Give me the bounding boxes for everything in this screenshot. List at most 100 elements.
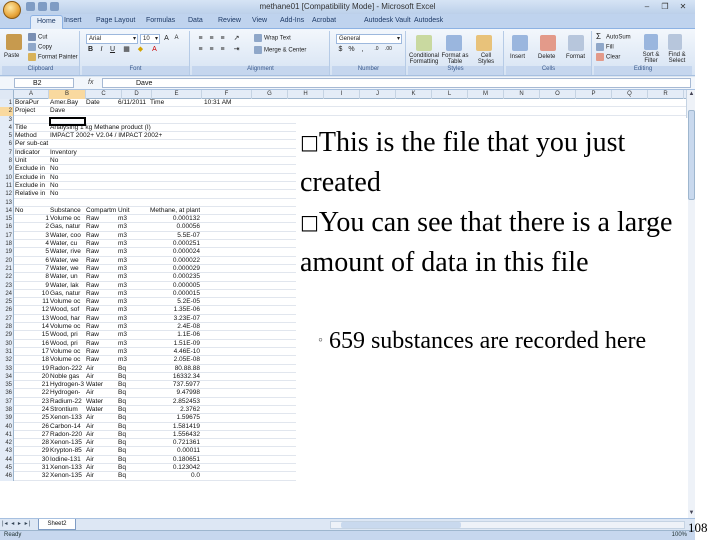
cell-b[interactable]: Xenon-135: [50, 472, 86, 480]
tab-home[interactable]: Home: [30, 15, 63, 30]
number-format-select[interactable]: General: [336, 34, 402, 44]
cell-b[interactable]: Amer.Bay: [50, 99, 86, 107]
name-box[interactable]: B2: [14, 78, 74, 88]
cell-c[interactable]: Raw: [86, 215, 120, 223]
cell-a[interactable]: 11: [15, 298, 49, 306]
tab-acrobat[interactable]: Acrobat: [312, 17, 336, 24]
column-header-m[interactable]: M: [468, 90, 504, 99]
row-header[interactable]: 29: [0, 331, 14, 340]
cell-a[interactable]: 21: [15, 381, 49, 389]
cell-b[interactable]: Volume oc: [50, 356, 86, 364]
tab-view[interactable]: View: [252, 17, 267, 24]
cell-d[interactable]: Bq: [118, 423, 148, 431]
cell-d[interactable]: Bq: [118, 398, 148, 406]
cell-a[interactable]: 6: [15, 257, 49, 265]
format-button[interactable]: Format: [566, 54, 585, 60]
cell-b[interactable]: Wood, pri: [50, 340, 86, 348]
tab-page-layout[interactable]: Page Layout: [96, 17, 135, 24]
cell-e[interactable]: 737.5977: [150, 381, 200, 389]
row-header[interactable]: 5: [0, 132, 14, 141]
cell-a[interactable]: 10: [15, 290, 49, 298]
cell-a[interactable]: Exclude in: [15, 174, 49, 182]
format-table-button[interactable]: Format as Table: [440, 53, 470, 65]
cell-a[interactable]: 28: [15, 439, 49, 447]
cell-d[interactable]: m3: [118, 290, 148, 298]
align-bottom-icon[interactable]: ≡: [218, 34, 227, 43]
cell-e[interactable]: 1.51E-09: [150, 340, 200, 348]
format-painter-button[interactable]: Format Painter: [28, 53, 78, 61]
cell-b[interactable]: No: [50, 182, 86, 190]
cell-e[interactable]: 2.05E-08: [150, 356, 200, 364]
cell-d[interactable]: Unit: [118, 207, 148, 215]
fx-icon[interactable]: fx: [88, 77, 93, 89]
cell-c[interactable]: Raw: [86, 232, 120, 240]
grow-font-icon[interactable]: A: [162, 34, 171, 43]
close-icon[interactable]: ✕: [675, 1, 691, 12]
cell-a[interactable]: 20: [15, 373, 49, 381]
delete-button[interactable]: Delete: [538, 54, 555, 60]
restore-icon[interactable]: ❐: [657, 1, 673, 12]
cell-d[interactable]: m3: [118, 265, 148, 273]
cell-d[interactable]: m3: [118, 315, 148, 323]
cell-a[interactable]: Exclude in: [15, 165, 49, 173]
row-header[interactable]: 35: [0, 381, 14, 390]
cell-d[interactable]: m3: [118, 248, 148, 256]
cell-d[interactable]: m3: [118, 273, 148, 281]
cell-a[interactable]: 17: [15, 348, 49, 356]
paste-icon[interactable]: [6, 34, 22, 50]
cell-e[interactable]: 1.556432: [150, 431, 200, 439]
cell-a[interactable]: 25: [15, 414, 49, 422]
cell-e[interactable]: 0.000022: [150, 257, 200, 265]
column-header-q[interactable]: Q: [612, 90, 648, 99]
cell-a[interactable]: 15: [15, 331, 49, 339]
row-header[interactable]: 14: [0, 206, 14, 216]
cell-d[interactable]: Bq: [118, 447, 148, 455]
row-header[interactable]: 13: [0, 198, 14, 207]
clear-button[interactable]: Clear: [596, 53, 620, 61]
column-header-n[interactable]: N: [504, 90, 540, 99]
find-select-icon[interactable]: [668, 34, 682, 50]
column-header-e[interactable]: E: [152, 90, 202, 99]
tab-formulas[interactable]: Formulas: [146, 17, 175, 24]
cell-b[interactable]: Xenon-133: [50, 414, 86, 422]
tab-data[interactable]: Data: [188, 17, 203, 24]
row-header[interactable]: 34: [0, 372, 14, 382]
row-header[interactable]: 46: [0, 472, 14, 481]
cell-e[interactable]: 0.00011: [150, 447, 200, 455]
cell-a[interactable]: 7: [15, 265, 49, 273]
cell-b[interactable]: Carbon-14: [50, 423, 86, 431]
cell-a[interactable]: 14: [15, 323, 49, 331]
cell-b[interactable]: Wood, har: [50, 315, 86, 323]
cell-b[interactable]: Dave: [50, 107, 86, 115]
cell-b[interactable]: No: [50, 165, 86, 173]
cell-d[interactable]: m3: [118, 240, 148, 248]
cell-b[interactable]: Water, rive: [50, 248, 86, 256]
column-header-o[interactable]: O: [540, 90, 576, 99]
cell-b[interactable]: Noble gas: [50, 373, 86, 381]
row-header[interactable]: 24: [0, 289, 14, 299]
cell-a[interactable]: 8: [15, 273, 49, 281]
row-header[interactable]: 11: [0, 181, 14, 191]
cell-c[interactable]: Raw: [86, 240, 120, 248]
cell-a[interactable]: Per sub-cat: [15, 140, 49, 148]
cell-a[interactable]: 32: [15, 472, 49, 480]
cell-d[interactable]: Bq: [118, 456, 148, 464]
cell-a[interactable]: 18: [15, 356, 49, 364]
cell-d[interactable]: m3: [118, 215, 148, 223]
cell-b[interactable]: Volume oc: [50, 298, 86, 306]
cell-d[interactable]: m3: [118, 331, 148, 339]
cell-e[interactable]: 0.000029: [150, 265, 200, 273]
cell-c[interactable]: Raw: [86, 298, 120, 306]
cell-c[interactable]: Air: [86, 423, 120, 431]
cell-e[interactable]: 0.000024: [150, 248, 200, 256]
cell-d[interactable]: m3: [118, 257, 148, 265]
insert-cells-icon[interactable]: [512, 35, 528, 51]
cell-c[interactable]: Air: [86, 414, 120, 422]
bold-icon[interactable]: B: [86, 45, 95, 54]
row-header[interactable]: 19: [0, 248, 14, 257]
cell-c[interactable]: Raw: [86, 290, 120, 298]
cell-e[interactable]: Methane, at plant/CLO U: [150, 207, 200, 215]
percent-icon[interactable]: %: [347, 45, 356, 54]
row-header[interactable]: 9: [0, 165, 14, 174]
cell-b[interactable]: Water, cu: [50, 240, 86, 248]
